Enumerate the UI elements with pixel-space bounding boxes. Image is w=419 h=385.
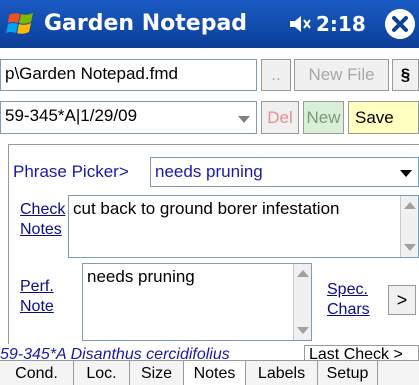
close-icon[interactable] xyxy=(385,9,415,39)
save-button[interactable]: Save xyxy=(348,101,419,134)
tab-bar: Cond. Loc. Size Notes Labels Setup xyxy=(0,360,419,385)
perf-note-label-line2: Note xyxy=(20,298,54,315)
scroll-down-icon[interactable] xyxy=(404,244,416,251)
new-record-button[interactable]: New xyxy=(303,101,344,134)
special-chars-label-line2: Chars xyxy=(327,301,370,318)
title-bar: Garden Notepad 2:18 xyxy=(0,0,419,48)
tab-labels[interactable]: Labels xyxy=(246,361,318,385)
check-notes-label-line1: Check xyxy=(20,201,66,218)
perf-note-label-line1: Perf. xyxy=(20,278,54,295)
tab-overflow xyxy=(378,361,419,385)
record-select-value: 59-345*A|1/29/09 xyxy=(5,106,138,125)
tab-cond[interactable]: Cond. xyxy=(0,361,74,385)
chevron-down-icon xyxy=(238,116,250,123)
special-chars-button[interactable]: > xyxy=(388,285,416,315)
special-chars-label[interactable]: Spec. Chars xyxy=(327,280,370,320)
file-path-field[interactable]: p\Garden Notepad.fmd xyxy=(0,59,257,91)
tab-notes[interactable]: Notes xyxy=(184,361,246,385)
check-notes-label[interactable]: Check Notes xyxy=(20,200,65,240)
check-notes-scrollbar[interactable] xyxy=(400,196,418,257)
delete-button[interactable]: Del xyxy=(261,101,299,134)
record-select[interactable]: 59-345*A|1/29/09 xyxy=(0,101,257,134)
tab-loc[interactable]: Loc. xyxy=(74,361,130,385)
volume-icon[interactable] xyxy=(288,13,312,35)
section-button[interactable]: § xyxy=(392,59,419,91)
perf-note-textarea[interactable]: needs pruning xyxy=(82,263,312,341)
scroll-down-icon[interactable] xyxy=(297,327,309,334)
tab-size[interactable]: Size xyxy=(130,361,184,385)
clock[interactable]: 2:18 xyxy=(316,12,366,36)
new-file-button[interactable]: New File xyxy=(294,59,389,91)
perf-note-scrollbar[interactable] xyxy=(293,264,311,340)
perf-note-label[interactable]: Perf. Note xyxy=(20,277,54,317)
special-chars-label-line1: Spec. xyxy=(327,281,368,298)
scroll-up-icon[interactable] xyxy=(404,202,416,209)
scroll-up-icon[interactable] xyxy=(297,270,309,277)
phrase-picker-value: needs pruning xyxy=(155,162,263,181)
tab-setup[interactable]: Setup xyxy=(318,361,378,385)
chevron-down-icon xyxy=(400,170,412,177)
phrase-picker-label[interactable]: Phrase Picker> xyxy=(13,162,129,182)
browse-button[interactable]: .. xyxy=(261,59,291,91)
app-title: Garden Notepad xyxy=(44,11,248,36)
check-notes-label-line2: Notes xyxy=(20,221,62,238)
check-notes-textarea[interactable]: cut back to ground borer infestation xyxy=(68,195,419,258)
windows-logo-icon[interactable] xyxy=(6,8,38,40)
phrase-picker-select[interactable]: needs pruning xyxy=(150,157,419,187)
perf-note-text: needs pruning xyxy=(87,267,195,286)
check-notes-text: cut back to ground borer infestation xyxy=(73,199,340,218)
